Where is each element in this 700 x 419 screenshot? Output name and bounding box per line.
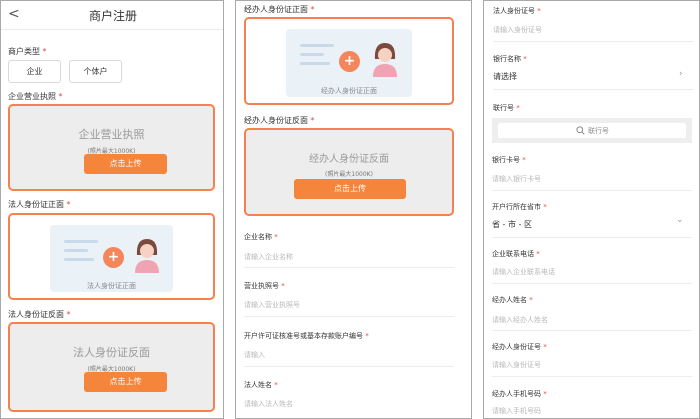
agent-front-label: 经办人身份证正面 *: [244, 5, 315, 14]
agent-front-caption: 经办人身份证正面: [321, 87, 377, 95]
type-company-button[interactable]: 企业: [8, 60, 61, 83]
search-icon: [576, 126, 585, 135]
unionno-search-input[interactable]: 联行号: [498, 123, 686, 138]
legal-id-input[interactable]: 请输入身份证号: [493, 25, 542, 35]
type-individual-button[interactable]: 个体户: [69, 60, 122, 83]
merchant-type-label: 商户类型 *: [8, 47, 47, 56]
registration-panel-3: 法人身份证号 * 请输入身份证号 银行名称 * 请选择 › 联行号 *: [483, 0, 700, 419]
unionno-search-text: 联行号: [588, 127, 609, 135]
size-hint: (照片最大1000K): [325, 171, 373, 178]
nav-bar: < 商户注册: [1, 1, 223, 30]
agent-front-upload-area[interactable]: + 经办人身份证正面: [244, 17, 454, 105]
legal-front-caption: 法人身份证正面: [87, 282, 136, 290]
legal-id-label: 法人身份证号 *: [493, 7, 541, 15]
add-icon: +: [339, 51, 360, 72]
legal-back-label: 法人身份证反面 *: [8, 310, 71, 319]
bank-label: 银行名称 *: [493, 55, 527, 63]
agent-back-upload-button[interactable]: 点击上传: [294, 179, 406, 199]
person-icon: [373, 43, 397, 77]
legal-name-label: 法人姓名 *: [244, 381, 278, 389]
page-title: 商户注册: [88, 9, 137, 23]
legal-back-box-text: 法人身份证反面: [73, 346, 150, 359]
legal-back-upload-area[interactable]: 法人身份证反面 (照片最大1000K) 点击上传: [8, 322, 215, 412]
agent-back-box-text: 经办人身份证反面: [309, 154, 389, 165]
license-label: 企业营业执照 *: [8, 92, 63, 101]
legal-back-upload-button[interactable]: 点击上传: [84, 372, 167, 392]
license-box-text: 企业营业执照: [78, 128, 145, 141]
license-upload-area[interactable]: 企业营业执照 (照片最大1000K) 点击上传: [8, 104, 215, 191]
person-icon: [135, 239, 159, 273]
license-no-input[interactable]: 请输入营业执照号: [244, 300, 300, 310]
permit-input[interactable]: 请输入: [244, 350, 265, 360]
license-upload-button[interactable]: 点击上传: [84, 154, 167, 174]
bank-select[interactable]: 请选择: [493, 71, 517, 82]
company-name-input[interactable]: 请输入企业名称: [244, 252, 293, 262]
agent-back-label: 经办人身份证反面 *: [244, 116, 315, 125]
license-no-label: 营业执照号 *: [244, 282, 285, 290]
unionno-label: 联行号 *: [493, 104, 520, 112]
registration-panel-1: < 商户注册 商户类型 * 企业 个体户 企业营业执照 * 企业营业执照 (照片…: [0, 0, 224, 419]
company-name-label: 企业名称 *: [244, 233, 278, 241]
permit-label: 开户许可证核准号或基本存款账户编号 *: [244, 332, 369, 340]
legal-front-upload-area[interactable]: + 法人身份证正面: [8, 213, 215, 300]
id-card-illustration: + 经办人身份证正面: [286, 29, 412, 97]
legal-name-input[interactable]: 请输入法人姓名: [244, 399, 293, 409]
legal-front-label: 法人身份证正面 *: [8, 200, 71, 209]
chevron-right-icon: ›: [679, 69, 683, 79]
agent-back-upload-area[interactable]: 经办人身份证反面 (照片最大1000K) 点击上传: [244, 128, 454, 216]
add-icon: +: [103, 247, 124, 268]
id-card-illustration: + 法人身份证正面: [50, 225, 173, 292]
registration-panel-2: 经办人身份证正面 * + 经办人身份证正面 经办人身份证反面 * 经办人身份证反…: [235, 0, 472, 419]
